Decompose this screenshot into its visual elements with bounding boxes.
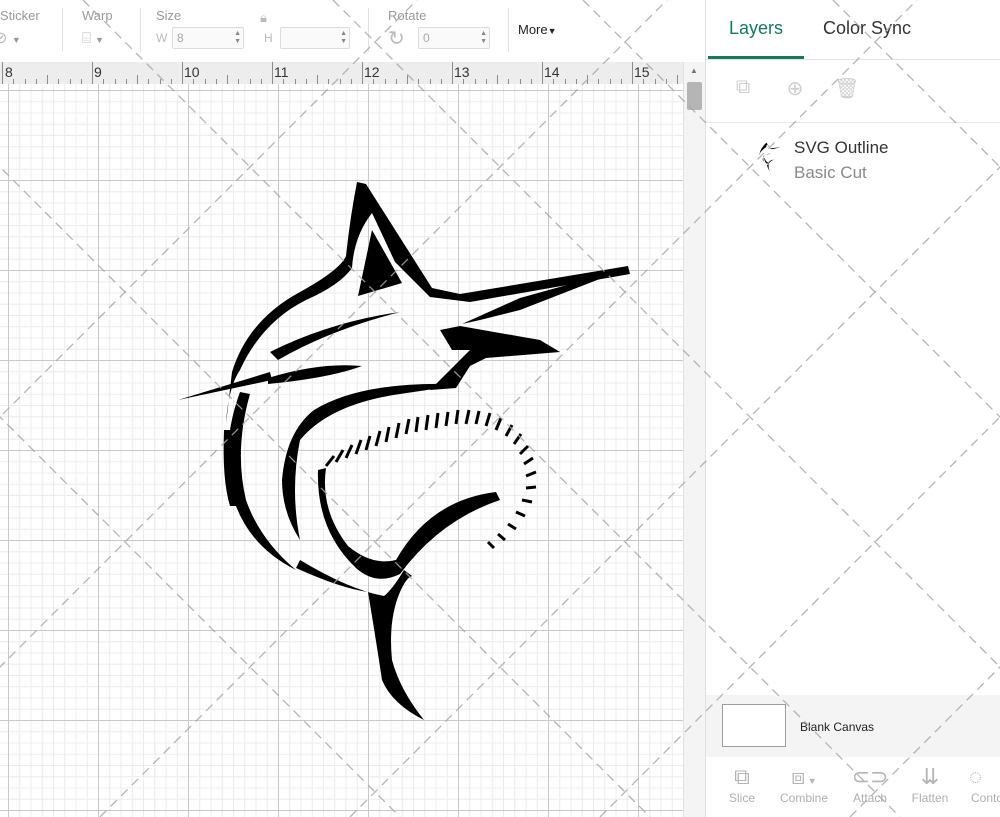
contour-button[interactable]: ◌ Conto — [957, 763, 1000, 805]
warp-label: Warp — [82, 8, 113, 23]
caret-down-icon: ▼ — [547, 26, 557, 36]
width-value: 8 — [177, 31, 184, 45]
ruler-tick — [227, 75, 228, 84]
size-group: Size W 8 ▲ ▼ 🔒︎ H ▲ ▼ — [150, 0, 360, 62]
height-field[interactable]: ▲ ▼ — [280, 27, 350, 49]
marlin-ball-arc — [282, 383, 455, 540]
attach-button[interactable]: ⊂⊃ Attach — [840, 763, 900, 805]
ruler-tick — [182, 62, 183, 84]
layers-panel: Layers Color Sync ⧉ ⊕ 🗑︎ SVG Outline Bas… — [705, 0, 1000, 817]
design-canvas[interactable] — [0, 84, 683, 817]
layer-actions-bar: ⧉ Slice ⧈ ▼ Combine ⊂⊃ Attach ⇊ Flatten … — [706, 757, 1000, 817]
blank-canvas-row[interactable]: Blank Canvas — [706, 695, 1000, 757]
horizontal-ruler: 8 9 10 11 12 13 14 15 — [0, 62, 683, 85]
rotate-icon[interactable]: ↻ — [388, 26, 405, 51]
duplicate-icon[interactable]: ⊕ — [782, 76, 808, 102]
layer-name: SVG Outline — [794, 138, 889, 157]
marlin-upper-jaw — [430, 326, 560, 390]
lock-icon[interactable]: 🔒︎ — [260, 10, 267, 26]
slice-icon: ⧉ — [734, 764, 750, 789]
ruler-tick — [272, 62, 273, 84]
ruler-label: 9 — [94, 64, 102, 80]
flatten-icon: ⇊ — [920, 764, 940, 789]
group-icon[interactable]: ⧉ — [730, 76, 756, 102]
flatten-label: Flatten — [911, 791, 949, 805]
warp-icon[interactable]: ⌸ ▼ — [82, 30, 104, 47]
attach-icon: ⊂⊃ — [851, 764, 889, 789]
slice-button[interactable]: ⧉ Slice — [712, 763, 772, 805]
marlin-left-bill — [178, 372, 272, 400]
tabs-divider — [706, 59, 1000, 60]
more-button[interactable]: More▼ — [518, 22, 557, 37]
ruler-tick — [2, 62, 3, 84]
ruler-label: 11 — [274, 64, 289, 80]
ruler-tick — [47, 75, 48, 84]
ruler-tick — [407, 75, 408, 84]
layer-operation: Basic Cut — [794, 163, 867, 182]
ruler-tick — [362, 62, 363, 84]
delete-icon[interactable]: 🗑︎ — [834, 76, 860, 102]
rotate-stepper-icon[interactable]: ▲ ▼ — [480, 30, 487, 46]
combine-button[interactable]: ⧈ ▼ Combine — [774, 763, 834, 805]
vertical-scrollbar[interactable]: ▲ — [683, 62, 706, 817]
sticker-group[interactable]: Sticker ⊘ ▼ — [0, 0, 60, 62]
flatten-button[interactable]: ⇊ Flatten — [900, 763, 960, 805]
ruler-tick — [497, 75, 498, 84]
ruler-label: 13 — [454, 64, 470, 80]
attach-label: Attach — [852, 791, 888, 805]
tab-layers[interactable]: Layers — [729, 18, 783, 39]
ruler-label: 12 — [364, 64, 380, 80]
more-label: More — [518, 22, 548, 37]
combine-icon: ⧈ ▼ — [791, 764, 817, 789]
layer-item[interactable]: SVG Outline Basic Cut — [706, 126, 1000, 192]
blank-canvas-swatch[interactable] — [722, 704, 786, 747]
ruler-tick — [542, 62, 543, 84]
height-prefix: H — [264, 31, 273, 45]
marlin-artwork[interactable] — [0, 84, 683, 817]
ruler-label: 10 — [184, 64, 200, 80]
ruler-tick — [317, 75, 318, 84]
rotate-field[interactable]: 0 ▲ ▼ — [418, 27, 490, 49]
blank-canvas-label: Blank Canvas — [800, 720, 875, 734]
ruler-tick — [677, 75, 678, 84]
height-stepper-icon[interactable]: ▲ ▼ — [340, 30, 347, 46]
marlin-eye-stripe — [268, 365, 362, 384]
ruler-label: 15 — [634, 64, 650, 80]
scroll-thumb[interactable] — [687, 82, 702, 110]
top-toolbar: Sticker ⊘ ▼ Warp ⌸ ▼ Size W 8 ▲ ▼ 🔒︎ H ▲ ▼… — [0, 0, 705, 63]
rotate-label: Rotate — [388, 8, 427, 23]
rotate-value: 0 — [423, 31, 430, 45]
slice-label: Slice — [728, 791, 755, 805]
ruler-tick — [587, 75, 588, 84]
ruler-label: 14 — [544, 64, 560, 80]
width-prefix: W — [156, 31, 168, 45]
marlin-tail — [296, 560, 424, 720]
ruler-tick — [632, 62, 633, 84]
scroll-up-icon[interactable]: ▲ — [690, 66, 698, 75]
marlin-thumbnail-icon — [759, 142, 781, 172]
combine-label: Combine — [779, 791, 829, 805]
contour-icon: ◌ — [969, 764, 983, 789]
sticker-icon[interactable]: ⊘ ▼ — [0, 28, 21, 48]
layer-tools-divider — [706, 122, 1000, 123]
tab-color-sync[interactable]: Color Sync — [823, 18, 911, 39]
width-stepper-icon[interactable]: ▲ ▼ — [234, 30, 241, 46]
contour-label: Conto — [971, 791, 1000, 805]
ruler-tick — [452, 62, 453, 84]
warp-group[interactable]: Warp ⌸ ▼ — [72, 0, 137, 62]
width-field[interactable]: 8 ▲ ▼ — [172, 27, 244, 49]
ruler-tick — [137, 75, 138, 84]
marlin-cheek — [270, 312, 400, 360]
ruler-tick — [92, 62, 93, 84]
marlin-body-inner — [317, 468, 500, 579]
size-label: Size — [156, 8, 182, 23]
sticker-label: Sticker — [0, 8, 40, 23]
rotate-group: Rotate ↻ 0 ▲ ▼ — [378, 0, 498, 62]
ruler-label: 8 — [5, 64, 13, 80]
